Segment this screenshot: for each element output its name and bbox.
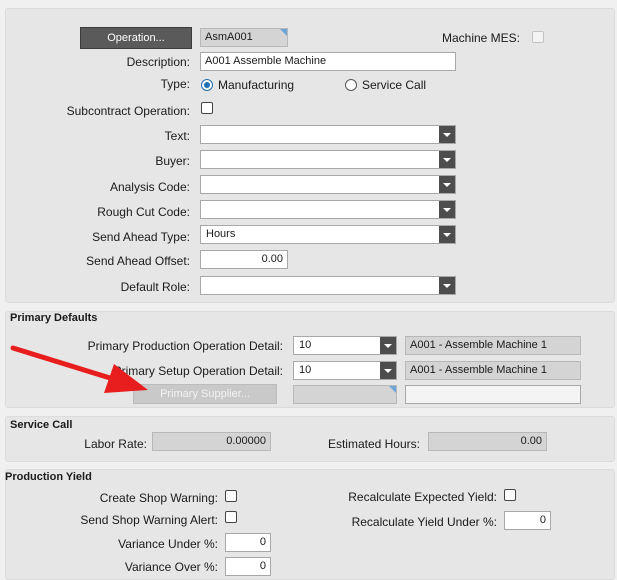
recalc-yield-under-label: Recalculate Yield Under %:: [351, 515, 497, 529]
analysis-code-combo[interactable]: [200, 175, 456, 194]
chevron-down-icon[interactable]: [439, 201, 455, 218]
service-call-title: Service Call: [10, 419, 73, 431]
setup-detail-combo[interactable]: 10: [293, 361, 397, 380]
production-detail-description: A001 - Assemble Machine 1: [405, 336, 581, 355]
send-ahead-offset-field[interactable]: 0.00: [200, 250, 288, 269]
type-manufacturing-label: Manufacturing: [218, 78, 295, 92]
type-label: Type:: [160, 77, 190, 91]
rough-cut-code-combo[interactable]: [200, 200, 456, 219]
subcontract-label: Subcontract Operation:: [66, 104, 190, 118]
send-shop-warning-alert-checkbox[interactable]: [225, 511, 237, 523]
send-shop-warning-alert-label: Send Shop Warning Alert:: [80, 513, 218, 527]
rough-cut-code-label: Rough Cut Code:: [97, 205, 190, 219]
buyer-label: Buyer:: [155, 154, 190, 168]
primary-supplier-code-field[interactable]: [293, 385, 397, 404]
variance-under-label: Variance Under %:: [118, 537, 218, 551]
type-manufacturing-radio[interactable]: [201, 79, 213, 91]
labor-rate-label: Labor Rate:: [84, 437, 147, 451]
operation-button[interactable]: Operation...: [80, 27, 192, 49]
machine-mes-label: Machine MES:: [441, 31, 520, 45]
chevron-down-icon[interactable]: [380, 337, 396, 354]
chevron-down-icon[interactable]: [439, 126, 455, 143]
type-service-call-radio[interactable]: [345, 79, 357, 91]
estimated-hours-label: Estimated Hours:: [327, 437, 420, 451]
production-detail-combo[interactable]: 10: [293, 336, 397, 355]
estimated-hours-field: 0.00: [428, 432, 547, 451]
subcontract-checkbox[interactable]: [201, 102, 213, 114]
send-ahead-type-label: Send Ahead Type:: [92, 230, 190, 244]
create-shop-warning-checkbox[interactable]: [225, 490, 237, 502]
setup-detail-value: 10: [299, 364, 312, 376]
analysis-code-label: Analysis Code:: [109, 180, 190, 194]
text-combo[interactable]: [200, 125, 456, 144]
chevron-down-icon[interactable]: [439, 151, 455, 168]
create-shop-warning-label: Create Shop Warning:: [99, 491, 218, 505]
description-label: Description:: [126, 55, 190, 69]
setup-detail-label: Primary Setup Operation Detail:: [113, 364, 283, 378]
send-ahead-offset-label: Send Ahead Offset:: [86, 254, 190, 268]
default-role-combo[interactable]: [200, 276, 456, 295]
production-detail-label: Primary Production Operation Detail:: [87, 339, 283, 353]
labor-rate-field: 0.00000: [152, 432, 271, 451]
send-ahead-type-value: Hours: [206, 228, 236, 240]
primary-defaults-title: Primary Defaults: [10, 312, 98, 324]
variance-over-field[interactable]: 0: [225, 557, 271, 576]
primary-supplier-name-field[interactable]: [405, 385, 581, 404]
primary-supplier-button[interactable]: Primary Supplier...: [133, 384, 277, 404]
chevron-down-icon[interactable]: [380, 362, 396, 379]
chevron-down-icon[interactable]: [439, 277, 455, 294]
buyer-combo[interactable]: [200, 150, 456, 169]
type-service-call-label: Service Call: [362, 78, 427, 92]
chevron-down-icon[interactable]: [439, 226, 455, 243]
operation-code-field[interactable]: AsmA001: [200, 28, 288, 47]
default-role-label: Default Role:: [120, 280, 190, 294]
production-yield-title: Production Yield: [5, 471, 92, 483]
recalc-yield-under-field[interactable]: 0: [504, 511, 551, 530]
text-label: Text:: [164, 129, 190, 143]
machine-mes-checkbox[interactable]: [532, 31, 544, 43]
variance-under-field[interactable]: 0: [225, 533, 271, 552]
send-ahead-type-combo[interactable]: Hours: [200, 225, 456, 244]
production-detail-value: 10: [299, 339, 312, 351]
variance-over-label: Variance Over %:: [124, 560, 218, 574]
chevron-down-icon[interactable]: [439, 176, 455, 193]
recalc-expected-yield-checkbox[interactable]: [504, 489, 516, 501]
recalc-expected-yield-label: Recalculate Expected Yield:: [348, 490, 497, 504]
setup-detail-description: A001 - Assemble Machine 1: [405, 361, 581, 380]
description-field[interactable]: A001 Assemble Machine: [200, 52, 456, 71]
